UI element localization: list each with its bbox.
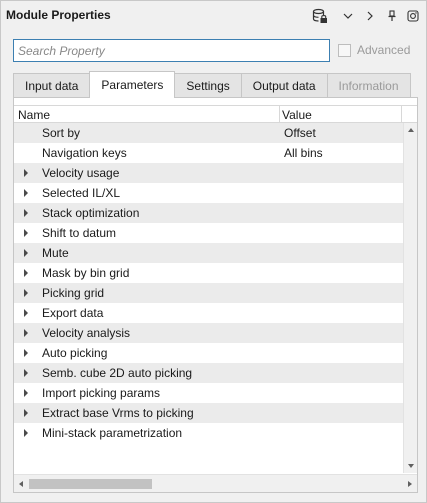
property-name: Export data	[42, 306, 104, 320]
property-rows: Sort by Offset Navigation keys All bins Velo…	[14, 123, 417, 443]
title-bar: Module Properties	[1, 1, 426, 31]
property-name: Mini-stack parametrization	[42, 426, 183, 440]
advanced-label: Advanced	[357, 43, 411, 57]
expand-arrow-icon[interactable]	[24, 409, 28, 417]
pin-icon[interactable]	[386, 7, 398, 25]
property-row[interactable]: Mini-stack parametrization	[14, 423, 417, 443]
scroll-down-arrow-icon[interactable]	[404, 459, 418, 473]
expand-arrow-icon[interactable]	[24, 229, 28, 237]
property-row[interactable]: Selected IL/XL	[14, 183, 417, 203]
property-value[interactable]: Offset	[284, 126, 316, 140]
tab-parameters[interactable]: Parameters	[89, 71, 176, 98]
parameters-tab-content: Name Value Sort by Offset Navigation keys A…	[13, 97, 418, 493]
property-row[interactable]: Velocity analysis	[14, 323, 417, 343]
property-name: Stack optimization	[42, 206, 140, 220]
property-row[interactable]: Sort by Offset	[14, 123, 417, 143]
expand-arrow-icon[interactable]	[24, 209, 28, 217]
expand-arrow-icon[interactable]	[24, 169, 28, 177]
property-name: Import picking params	[42, 386, 161, 400]
tab-settings[interactable]: Settings	[174, 73, 242, 98]
expand-arrow-icon[interactable]	[24, 189, 28, 197]
property-name: Picking grid	[42, 286, 105, 300]
tab-information: Information	[326, 73, 411, 98]
property-name: Auto picking	[42, 346, 108, 360]
scroll-left-arrow-icon[interactable]	[14, 477, 28, 491]
property-grid: Name Value Sort by Offset Navigation keys A…	[14, 105, 417, 473]
property-name: Mute	[42, 246, 69, 260]
property-name: Mask by bin grid	[42, 266, 130, 280]
search-property-input[interactable]	[13, 39, 330, 62]
expand-arrow-icon[interactable]	[24, 329, 28, 337]
scroll-up-arrow-icon[interactable]	[404, 123, 418, 137]
tab-input-data[interactable]: Input data	[13, 73, 91, 98]
property-row[interactable]: Semb. cube 2D auto picking	[14, 363, 417, 383]
property-row[interactable]: Export data	[14, 303, 417, 323]
property-row[interactable]: Auto picking	[14, 343, 417, 363]
expand-arrow-icon[interactable]	[24, 289, 28, 297]
property-name: Velocity analysis	[42, 326, 131, 340]
property-name: Navigation keys	[42, 146, 127, 160]
column-divider[interactable]	[401, 106, 402, 123]
column-header-name[interactable]: Name	[18, 108, 50, 122]
property-name: Sort by	[42, 126, 81, 140]
property-row[interactable]: Stack optimization	[14, 203, 417, 223]
tab-bar: Input data Parameters Settings Output da…	[13, 71, 411, 98]
column-header-value[interactable]: Value	[282, 108, 312, 122]
property-row[interactable]: Picking grid	[14, 283, 417, 303]
expand-arrow-icon[interactable]	[24, 249, 28, 257]
horizontal-scrollbar[interactable]	[14, 474, 417, 492]
database-lock-icon[interactable]	[311, 7, 329, 25]
property-row[interactable]: Mask by bin grid	[14, 263, 417, 283]
horizontal-scroll-thumb[interactable]	[29, 479, 152, 489]
column-divider[interactable]	[279, 106, 280, 123]
expand-arrow-icon[interactable]	[24, 369, 28, 377]
camera-icon[interactable]	[406, 7, 420, 25]
property-row[interactable]: Extract base Vrms to picking	[14, 403, 417, 423]
vertical-scrollbar[interactable]	[403, 123, 417, 473]
property-name: Semb. cube 2D auto picking	[42, 366, 193, 380]
scroll-right-arrow-icon[interactable]	[403, 477, 417, 491]
tab-output-data[interactable]: Output data	[240, 73, 328, 98]
expand-arrow-icon[interactable]	[24, 309, 28, 317]
expand-arrow-icon[interactable]	[24, 429, 28, 437]
module-properties-panel: Module Properties Search Property Advanc…	[0, 0, 427, 503]
search-row: Advanced	[1, 35, 426, 65]
chevron-down-icon[interactable]	[342, 7, 354, 25]
property-value[interactable]: All bins	[284, 146, 323, 160]
property-name: Extract base Vrms to picking	[42, 406, 194, 420]
chevron-right-icon[interactable]	[365, 7, 375, 25]
property-row[interactable]: Shift to datum	[14, 223, 417, 243]
property-row[interactable]: Mute	[14, 243, 417, 263]
expand-arrow-icon[interactable]	[24, 269, 28, 277]
advanced-checkbox[interactable]: Advanced	[338, 43, 410, 57]
property-row[interactable]: Navigation keys All bins	[14, 143, 417, 163]
property-name: Velocity usage	[42, 166, 120, 180]
property-row[interactable]: Velocity usage	[14, 163, 417, 183]
panel-title: Module Properties	[6, 8, 111, 22]
property-row[interactable]: Import picking params	[14, 383, 417, 403]
expand-arrow-icon[interactable]	[24, 389, 28, 397]
property-grid-header: Name Value	[14, 105, 417, 123]
advanced-checkbox-box[interactable]	[338, 43, 351, 57]
property-name: Shift to datum	[42, 226, 117, 240]
expand-arrow-icon[interactable]	[24, 349, 28, 357]
property-name: Selected IL/XL	[42, 186, 121, 200]
